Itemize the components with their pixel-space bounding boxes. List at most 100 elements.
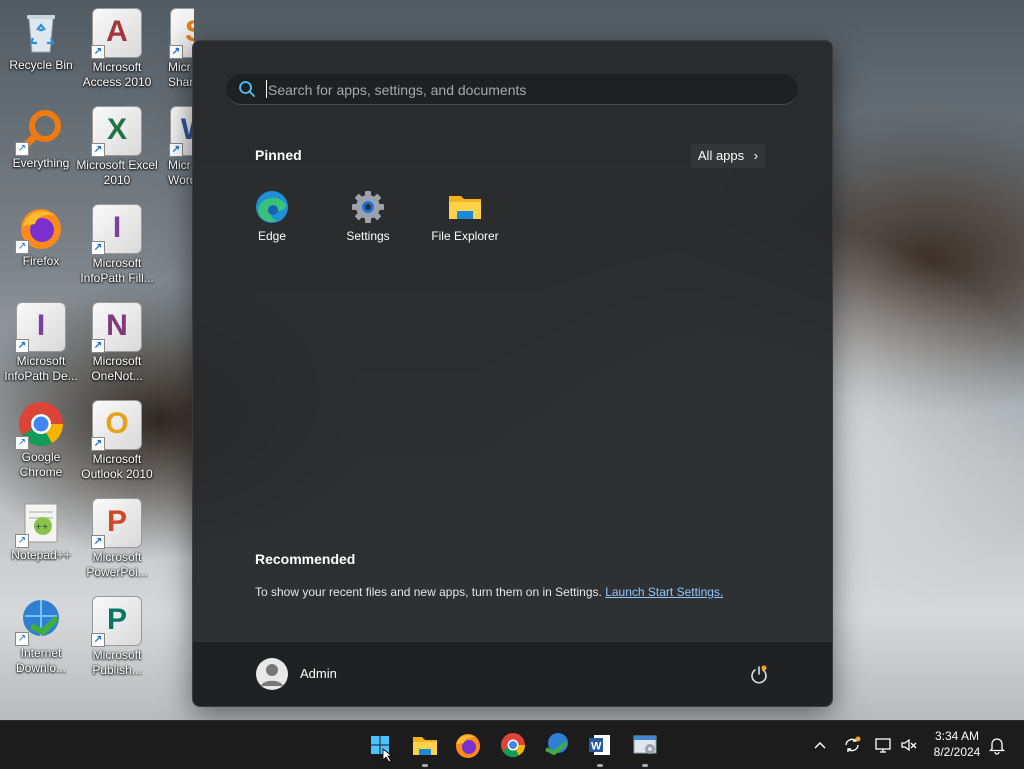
chrome-icon: ↗ [15,400,65,450]
system-clock[interactable]: 3:34 AM 8/2/2024 [925,728,989,760]
pinned-app-label: Edge [257,229,287,243]
control-panel-icon [633,735,657,754]
bell-icon[interactable] [987,735,1007,755]
access-icon: A ↗ [91,8,142,59]
desktop-icon-firefox[interactable]: ↗ Firefox [0,200,82,290]
internet-download-manager-icon [545,733,568,756]
desktop-icon-label: Everything [12,156,70,170]
desktop-icon-recycle-bin[interactable]: Recycle Bin [0,4,82,94]
desktop-icon-word[interactable]: W↗ Micr Word [154,102,194,192]
clock-date: 8/2/2024 [933,745,981,759]
user-name[interactable]: Admin [300,666,337,681]
chevron-right-icon: › [753,148,759,163]
desktop-icon-everything[interactable]: ↗ Everything [0,102,82,192]
volume-muted-icon[interactable] [899,735,919,755]
desktop-icon-label: Microsoft Outlook 2010 [81,452,153,481]
desktop-icon-label: Internet Downlo... [15,646,67,675]
all-apps-button[interactable]: All apps › [690,144,766,168]
taskbar: W 3:34 AM 8/2/2024 [0,720,1024,769]
search-input[interactable] [266,78,770,102]
start-button[interactable] [364,729,396,763]
taskbar-chrome[interactable] [497,729,529,761]
desktop-icon-label: Microsoft InfoPath De... [4,354,78,383]
all-apps-label: All apps [697,148,745,163]
running-indicator [422,764,428,767]
infopath-filler-icon: I ↗ [91,204,142,255]
desktop-icon-label: Notepad++ [11,548,71,562]
start-menu-footer: Admin [193,641,832,706]
desktop-icon-label: Microsoft Access 2010 [82,60,152,89]
desktop-icon-powerpoint[interactable]: P ↗ Microsoft PowerPoi... [76,494,158,584]
start-menu: Pinned All apps › Edge Settings File Exp… [192,40,833,707]
infopath-designer-icon: I ↗ [15,302,66,353]
desktop-icon-infopath-filler[interactable]: I ↗ Microsoft InfoPath Fill... [76,200,158,290]
recommended-title: Recommended [255,551,356,567]
firefox-icon [456,734,480,758]
sharepoint-icon: S↗ [169,8,194,59]
powerpoint-icon: P ↗ [91,498,142,549]
power-icon[interactable] [748,664,770,686]
running-indicator [642,764,648,767]
internet-download-manager-icon: ↗ [15,596,65,646]
launch-start-settings-link[interactable]: Launch Start Settings. [605,585,723,599]
avatar[interactable] [256,658,288,690]
desktop-icon-infopath-designer[interactable]: I ↗ Microsoft InfoPath De... [0,298,82,388]
excel-icon: X ↗ [91,106,142,157]
desktop-icon-label: Microsoft InfoPath Fill... [80,256,154,285]
sync-icon[interactable] [842,735,862,755]
text-caret [266,80,267,98]
recommended-message: To show your recent files and new apps, … [255,585,723,599]
outlook-icon: O ↗ [91,400,142,451]
desktop-icon-label: Microsoft Publish... [92,648,142,677]
start-icon [371,736,394,763]
desktop-icon-excel[interactable]: X ↗ Microsoft Excel 2010 [76,102,158,192]
desktop-icon-notepadpp[interactable]: ++ ↗ Notepad++ [0,494,82,584]
desktop-icon-access[interactable]: A ↗ Microsoft Access 2010 [76,4,158,94]
file-explorer-icon [413,737,437,755]
recommended-text: To show your recent files and new apps, … [255,585,602,599]
word-icon: W↗ [169,106,194,157]
everything-search-icon: ↗ [15,106,65,156]
pinned-app-label: File Explorer [431,229,499,243]
chrome-icon [501,733,525,758]
desktop-icon-label: Microsoft Excel 2010 [76,158,158,187]
desktop-icon-publisher[interactable]: P ↗ Microsoft Publish... [76,592,158,682]
svg-text:++: ++ [35,522,48,531]
desktop-icon-sharepoint[interactable]: S↗ Micr Share [154,4,194,94]
desktop-icon-chrome[interactable]: ↗ Google Chrome [0,396,82,486]
word-icon: W [589,735,610,755]
notepadpp-icon: ++ ↗ [15,498,65,548]
recycle-bin-icon [17,8,65,56]
search-icon [238,80,256,102]
pinned-app-label: Settings [346,229,390,243]
desktop-icon-label: Recycle Bin [9,58,73,72]
network-icon[interactable] [873,735,893,755]
pinned-app-edge[interactable]: Edge [224,189,320,249]
edge-icon [254,189,290,225]
desktop-icon-idm[interactable]: ↗ Internet Downlo... [0,592,82,682]
desktop-icon-label: Micr Share [168,60,194,89]
taskbar-file-explorer[interactable] [409,729,441,767]
running-indicator [597,764,603,767]
pinned-app-file-explorer[interactable]: File Explorer [417,189,513,249]
taskbar-internet-download-manager[interactable] [540,729,572,761]
taskbar-control-panel[interactable] [629,729,661,767]
pinned-app-settings[interactable]: Settings [320,189,416,249]
desktop-icon-label: Google Chrome [19,450,63,479]
clock-time: 3:34 AM [934,729,980,743]
chevron-up-icon[interactable] [810,735,830,755]
svg-text:W: W [591,741,602,753]
onenote-icon: N ↗ [91,302,142,353]
folder-icon [447,189,483,225]
desktop-icon-label: Firefox [22,254,60,268]
taskbar-firefox[interactable] [452,729,484,761]
desktop-icon-label: Microsoft PowerPoi... [86,550,148,579]
taskbar-word[interactable]: W [584,729,616,767]
desktop-icon-label: Microsoft OneNot... [91,354,143,383]
desktop-icon-label: Micr Word [168,158,194,187]
start-search-box[interactable] [226,74,798,105]
publisher-icon: P ↗ [91,596,142,647]
settings-gear-icon [350,189,386,225]
desktop-icon-outlook[interactable]: O ↗ Microsoft Outlook 2010 [76,396,158,486]
desktop-icon-onenote[interactable]: N ↗ Microsoft OneNot... [76,298,158,388]
